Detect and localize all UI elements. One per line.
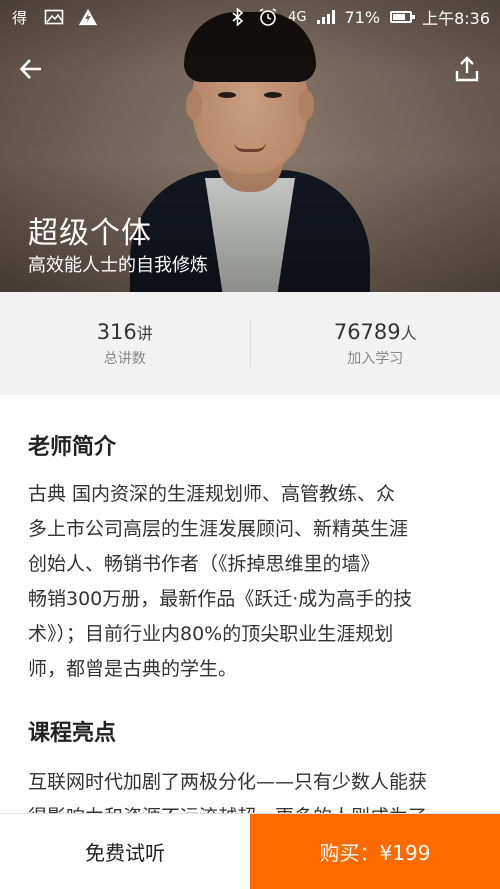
purchase-bar: 免费试听 购买：¥199 — [0, 813, 500, 889]
stat-lectures: 316讲 总讲数 — [0, 292, 250, 395]
highlights-text: 互联网时代加剧了两极分化——只有少数人能获 得影响力和资源不远流越超，更多的人则… — [28, 765, 474, 813]
stat-value: 76789 — [333, 319, 401, 344]
highlights-heading: 课程亮点 — [28, 721, 117, 746]
arrow-left-icon — [19, 59, 41, 79]
text-line: 互联网时代加剧了两极分化——只有少数人能获 — [28, 771, 428, 793]
network-type: 4G — [288, 9, 307, 25]
stat-value: 316 — [96, 319, 137, 344]
battery-icon — [390, 11, 416, 23]
text-line: 古典 国内资深的生涯规划师、高管教练、众 — [28, 483, 396, 505]
alarm-icon — [258, 7, 278, 27]
text-line: 畅销300万册，最新作品《跃迁·成为高手的技 — [28, 588, 413, 610]
course-title: 超级个体 — [28, 216, 152, 251]
free-trial-button[interactable]: 免费试听 — [0, 814, 250, 889]
power-app-icon — [78, 7, 98, 27]
text-line: 师，都曾是古典的学生。 — [28, 658, 238, 680]
image-icon — [44, 7, 64, 27]
share-button[interactable] — [450, 52, 484, 86]
teacher-intro-heading: 老师简介 — [28, 435, 117, 460]
course-detail-content[interactable]: 老师简介 古典 国内资深的生涯规划师、高管教练、众 多上市公司高层的生涯发展顾问… — [0, 395, 500, 813]
stat-unit: 人 — [400, 323, 417, 343]
svg-text:得: 得 — [12, 9, 27, 26]
status-bar: 得 4G 71% 上午8:36 — [0, 0, 500, 34]
stat-label: 加入学习 — [347, 350, 404, 367]
text-line: 术》）；目前行业内80%的顶尖职业生涯规划 — [28, 623, 394, 645]
battery-percent: 71% — [344, 7, 381, 27]
stat-learners: 76789人 加入学习 — [251, 292, 500, 395]
app-notification-icon: 得 — [10, 7, 30, 27]
share-upload-icon — [455, 56, 479, 82]
signal-icon — [316, 10, 335, 24]
back-button[interactable] — [14, 52, 48, 86]
stat-unit: 讲 — [136, 323, 153, 343]
bluetooth-icon — [228, 7, 248, 27]
teacher-intro-text: 古典 国内资深的生涯规划师、高管教练、众 多上市公司高层的生涯发展顾问、新精英生… — [28, 477, 474, 687]
buy-button[interactable]: 购买：¥199 — [250, 814, 500, 889]
course-subtitle: 高效能人士的自我修炼 — [28, 255, 208, 276]
stat-label: 总讲数 — [103, 350, 146, 367]
text-line: 得影响力和资源不远流越超，更多的人则成为了 — [28, 800, 474, 813]
course-stats: 316讲 总讲数 76789人 加入学习 — [0, 292, 500, 395]
text-line: 创始人、畅销书作者（《拆掉思维里的墙》 — [28, 553, 380, 575]
clock-time: 上午8:36 — [422, 9, 490, 28]
text-line: 多上市公司高层的生涯发展顾问、新精英生涯 — [28, 518, 409, 540]
